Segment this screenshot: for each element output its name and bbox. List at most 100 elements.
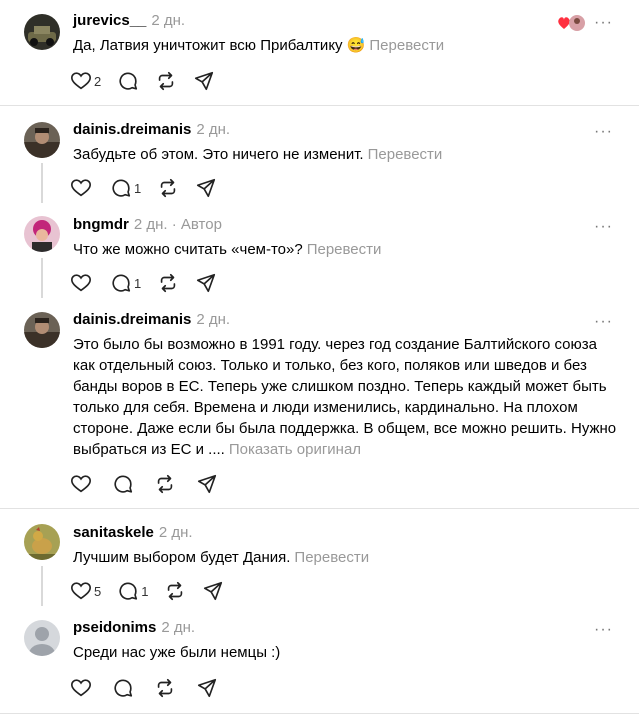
repost-button[interactable] bbox=[155, 70, 177, 92]
share-button[interactable] bbox=[196, 473, 218, 495]
username[interactable]: pseidonims bbox=[73, 619, 156, 636]
divider bbox=[0, 105, 639, 106]
timestamp: 2 дн. bbox=[133, 216, 168, 233]
heart-icon bbox=[70, 677, 92, 699]
repost-button[interactable] bbox=[157, 272, 179, 294]
liked-by-indicator[interactable] bbox=[557, 14, 585, 32]
heart-icon bbox=[70, 473, 92, 495]
avatar[interactable] bbox=[24, 122, 60, 158]
comment-feed: jurevics__ 2 дн. ··· Да, Латвия уничтожит… bbox=[0, 0, 639, 715]
comment-text: Да, Латвия уничтожит всю Прибалтику 😅 Пер… bbox=[73, 35, 618, 56]
share-icon bbox=[193, 70, 215, 92]
translate-link[interactable]: Перевести bbox=[369, 37, 444, 54]
comment-text: Что же можно считать «чем-то»? Перевести bbox=[73, 239, 618, 260]
comment-body: Да, Латвия уничтожит всю Прибалтику 😅 bbox=[73, 37, 366, 54]
comment-text: Лучшим выбором будет Дания. Перевести bbox=[73, 547, 618, 568]
action-bar: 2 bbox=[70, 69, 231, 93]
more-icon[interactable]: ··· bbox=[594, 622, 613, 638]
reply-button[interactable] bbox=[117, 70, 139, 92]
username[interactable]: sanitaskele bbox=[73, 524, 154, 541]
action-bar: 1 bbox=[70, 271, 233, 295]
like-button[interactable] bbox=[70, 677, 92, 699]
repost-button[interactable] bbox=[154, 677, 176, 699]
reply-button[interactable]: 1 bbox=[110, 272, 141, 294]
translate-link[interactable]: Перевести bbox=[368, 146, 443, 163]
repost-icon bbox=[157, 177, 179, 199]
heart-icon bbox=[70, 272, 92, 294]
heart-icon bbox=[70, 177, 92, 199]
share-button[interactable] bbox=[196, 677, 218, 699]
comment-text: Среди нас уже были немцы :) bbox=[73, 642, 618, 663]
share-button[interactable] bbox=[195, 272, 217, 294]
share-button[interactable] bbox=[202, 580, 224, 602]
comment-icon bbox=[117, 70, 139, 92]
more-icon[interactable]: ··· bbox=[594, 219, 613, 235]
share-icon bbox=[196, 473, 218, 495]
avatar[interactable] bbox=[24, 14, 60, 50]
repost-icon bbox=[157, 272, 179, 294]
repost-button[interactable] bbox=[154, 473, 176, 495]
username[interactable]: jurevics__ bbox=[73, 12, 146, 29]
repost-icon bbox=[155, 70, 177, 92]
comment-body: Среди нас уже были немцы :) bbox=[73, 644, 281, 661]
comment-text: Это было бы возможно в 1991 году. через … bbox=[73, 334, 618, 460]
action-bar bbox=[70, 472, 234, 496]
translate-link[interactable]: Перевести bbox=[294, 549, 369, 566]
comment-icon bbox=[110, 177, 132, 199]
show-original-link[interactable]: Показать оригинал bbox=[229, 441, 361, 458]
action-bar: 5 1 bbox=[70, 579, 240, 603]
reply-count: 1 bbox=[134, 275, 142, 291]
share-button[interactable] bbox=[193, 70, 215, 92]
share-icon bbox=[202, 580, 224, 602]
reply-count: 1 bbox=[134, 180, 142, 196]
repost-icon bbox=[164, 580, 186, 602]
comment-body: Забудьте об этом. Это ничего не изменит. bbox=[73, 146, 364, 163]
comment-icon bbox=[110, 272, 132, 294]
more-icon[interactable]: ··· bbox=[594, 15, 613, 31]
comment-text: Забудьте об этом. Это ничего не изменит.… bbox=[73, 144, 618, 165]
divider bbox=[0, 508, 639, 509]
reply-button[interactable]: 1 bbox=[117, 580, 148, 602]
avatar[interactable] bbox=[24, 216, 60, 252]
share-icon bbox=[195, 177, 217, 199]
avatar[interactable] bbox=[24, 524, 60, 560]
action-bar bbox=[70, 676, 234, 700]
more-icon[interactable]: ··· bbox=[594, 314, 613, 330]
divider bbox=[0, 713, 639, 714]
comment-header: dainis.dreimanis 2 дн. bbox=[73, 119, 230, 141]
thread-line bbox=[41, 163, 43, 203]
timestamp: 2 дн. bbox=[196, 121, 231, 138]
like-button[interactable]: 2 bbox=[70, 70, 101, 92]
avatar[interactable] bbox=[24, 620, 60, 656]
timestamp: 2 дн. bbox=[151, 12, 186, 29]
author-badge: · Автор bbox=[171, 216, 222, 233]
like-button[interactable]: 5 bbox=[70, 580, 101, 602]
more-icon[interactable]: ··· bbox=[594, 124, 613, 140]
like-button[interactable] bbox=[70, 272, 92, 294]
comment-header: jurevics__ 2 дн. bbox=[73, 10, 185, 32]
username[interactable]: dainis.dreimanis bbox=[73, 311, 191, 328]
reply-count: 1 bbox=[141, 583, 149, 599]
share-button[interactable] bbox=[195, 177, 217, 199]
timestamp: 2 дн. bbox=[196, 311, 231, 328]
action-bar: 1 bbox=[70, 176, 233, 200]
repost-icon bbox=[154, 677, 176, 699]
reply-button[interactable] bbox=[112, 473, 134, 495]
username[interactable]: bngmdr bbox=[73, 216, 129, 233]
comment-body: Лучшим выбором будет Дания. bbox=[73, 549, 291, 566]
like-button[interactable] bbox=[70, 473, 92, 495]
share-icon bbox=[195, 272, 217, 294]
avatar[interactable] bbox=[24, 312, 60, 348]
comment-icon bbox=[112, 677, 134, 699]
repost-button[interactable] bbox=[164, 580, 186, 602]
reply-button[interactable] bbox=[112, 677, 134, 699]
translate-link[interactable]: Перевести bbox=[307, 241, 382, 258]
share-icon bbox=[196, 677, 218, 699]
repost-button[interactable] bbox=[157, 177, 179, 199]
like-button[interactable] bbox=[70, 177, 92, 199]
comment-body: Что же можно считать «чем-то»? bbox=[73, 241, 303, 258]
comment-header: dainis.dreimanis 2 дн. bbox=[73, 309, 230, 331]
comment-header: sanitaskele 2 дн. bbox=[73, 522, 193, 544]
reply-button[interactable]: 1 bbox=[110, 177, 141, 199]
username[interactable]: dainis.dreimanis bbox=[73, 121, 191, 138]
